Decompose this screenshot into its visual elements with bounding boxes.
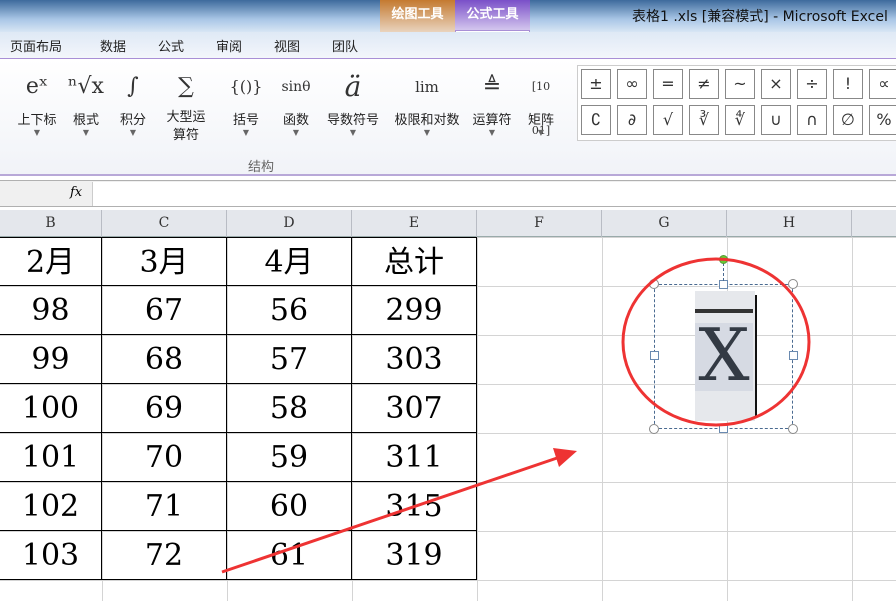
highlight-circle bbox=[621, 257, 811, 427]
annotation-layer bbox=[221, 257, 811, 574]
arrow-head-icon bbox=[553, 448, 577, 467]
arrow-line bbox=[221, 455, 561, 574]
